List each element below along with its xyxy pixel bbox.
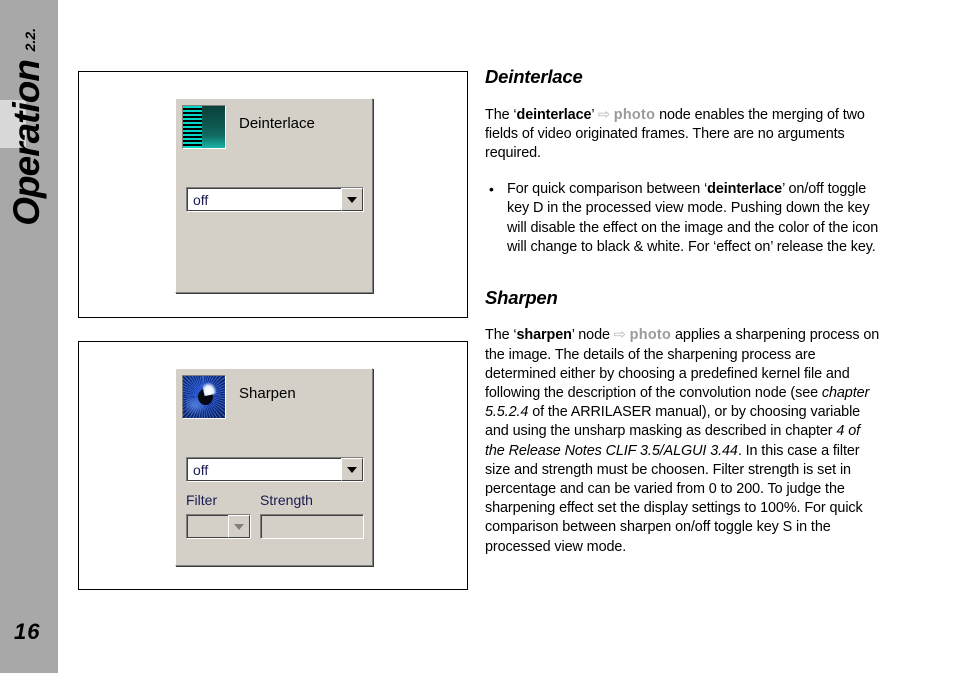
heading-sharpen: Sharpen	[485, 286, 558, 308]
deinterlace-mode-combobox[interactable]: off	[186, 187, 364, 212]
deinterlace-scanlines-icon	[183, 106, 202, 148]
sharpen-node-icon	[182, 375, 226, 419]
para-sharpen-part-1: The ‘	[485, 327, 517, 344]
deinterlace-gradient-icon	[201, 106, 225, 148]
chevron-down-icon	[347, 466, 357, 473]
para-sharpen-part-2: ’ node	[571, 327, 614, 344]
figure-sharpen: Sharpen off Filter Strength	[78, 341, 468, 590]
filter-dropdown-button[interactable]	[228, 515, 250, 538]
paragraph-deinterlace: The ‘deinterlace’ ⇨ photo node enables t…	[485, 106, 880, 164]
deinterlace-node-label: Deinterlace	[239, 115, 315, 132]
sharpen-node-label: Sharpen	[239, 385, 296, 402]
right-arrow-icon: ⇨	[597, 106, 610, 123]
sharpen-panel-header: Sharpen	[176, 369, 372, 419]
deinterlace-bullet-list: For quick comparison between ‘deinterlac…	[485, 180, 880, 257]
list-item: For quick comparison between ‘deinterlac…	[489, 180, 880, 257]
deinterlace-mode-value-area[interactable]: off	[187, 188, 341, 211]
deinterlace-dropdown-button[interactable]	[341, 188, 363, 211]
para-sharpen-bold: sharpen	[516, 327, 572, 344]
deinterlace-mode-value: off	[193, 191, 209, 208]
para-sharpen-part-5: . In this case a filter size and strengt…	[485, 442, 863, 555]
strength-label: Strength	[260, 492, 313, 508]
photo-tag: photo	[613, 106, 656, 123]
bullet-deinterlace-bold: deinterlace	[707, 181, 783, 198]
sharpen-mode-value-area[interactable]: off	[187, 458, 341, 481]
sidebar-section-title: Operation	[6, 60, 47, 226]
content-column: Deinterlace The ‘deinterlace’ ⇨ photo no…	[485, 66, 880, 557]
sharpen-node-panel: Sharpen off Filter Strength	[175, 368, 373, 566]
figure-deinterlace: Deinterlace off	[78, 71, 468, 318]
page-number: 16	[14, 619, 41, 644]
eye-highlight-icon	[201, 380, 217, 396]
sharpen-mode-value: off	[193, 461, 209, 478]
chevron-down-icon	[347, 196, 357, 203]
heading-deinterlace: Deinterlace	[485, 66, 583, 87]
filter-label: Filter	[186, 492, 218, 508]
photo-tag: photo	[629, 327, 672, 344]
filter-value-area[interactable]	[187, 515, 228, 538]
filter-combobox[interactable]	[186, 514, 251, 539]
deinterlace-panel-header: Deinterlace	[176, 99, 372, 149]
para-sharpen-part-4: of the ARRILASER manual), or by choosing…	[485, 404, 861, 440]
strength-input-inner[interactable]	[261, 515, 363, 538]
bullet-deinterlace-part-1: For quick comparison between ‘	[507, 181, 708, 198]
deinterlace-node-icon	[182, 105, 226, 149]
sharpen-dropdown-button[interactable]	[341, 458, 363, 481]
strength-input[interactable]	[260, 514, 364, 539]
sidebar-chapter-number: 2.2.	[22, 28, 38, 52]
strength-value	[262, 516, 267, 532]
sidebar: 2.2. Operation 16	[0, 0, 58, 673]
para-deinterlace-part-1: The ‘	[485, 106, 517, 123]
right-arrow-icon: ⇨	[613, 327, 626, 344]
chevron-down-icon	[234, 523, 244, 530]
sharpen-mode-combobox[interactable]: off	[186, 457, 364, 482]
paragraph-sharpen: The ‘sharpen’ node ⇨ photo applies a sha…	[485, 326, 880, 556]
para-deinterlace-bold: deinterlace	[516, 106, 592, 123]
deinterlace-node-panel: Deinterlace off	[175, 98, 373, 293]
